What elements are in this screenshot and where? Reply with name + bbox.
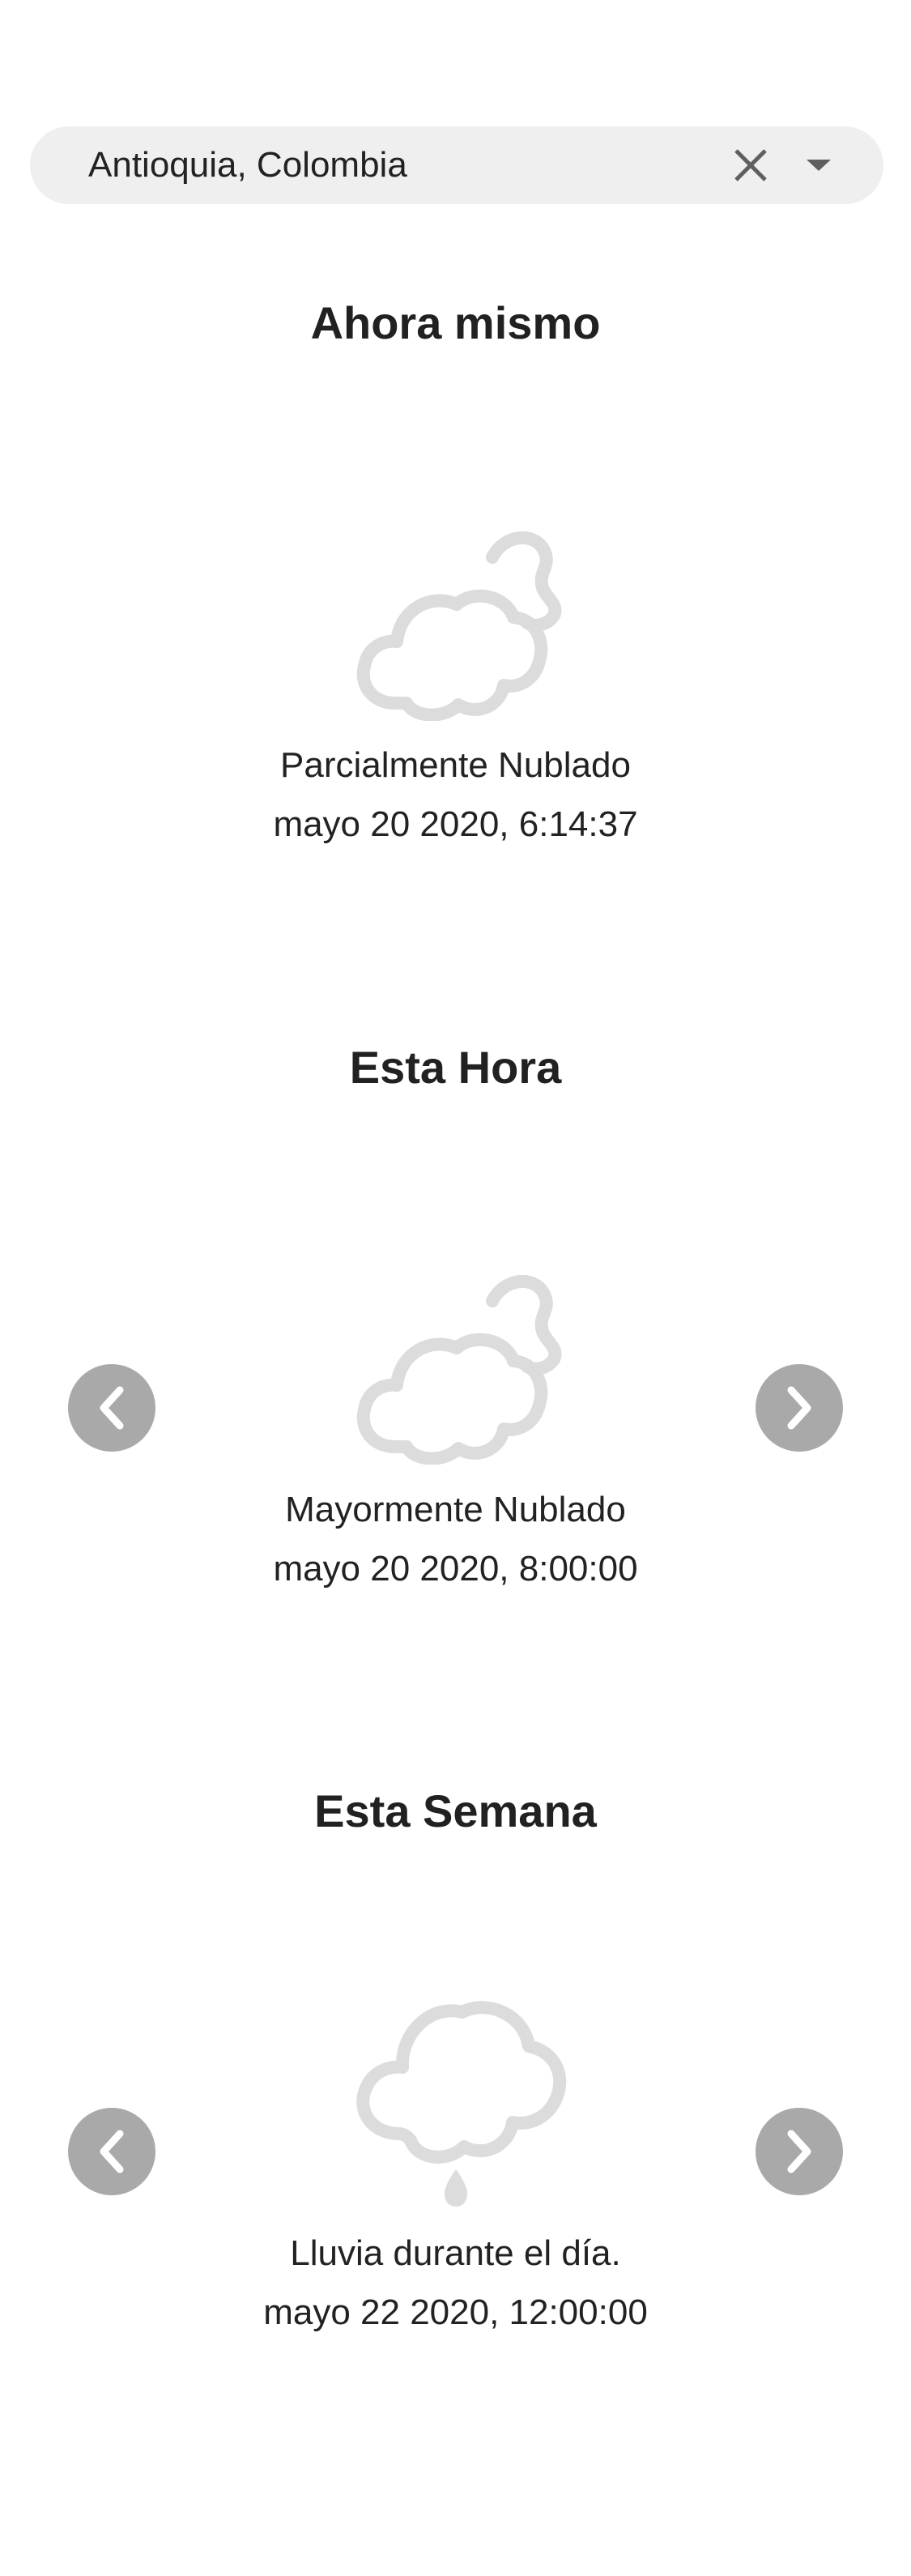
hour-datetime: mayo 20 2020, 8:00:00 bbox=[273, 1549, 638, 1589]
partly-cloudy-night-icon bbox=[356, 1274, 561, 1465]
location-search-bar[interactable]: Antioquia, Colombia bbox=[30, 126, 883, 204]
section-title-now: Ahora mismo bbox=[310, 297, 601, 348]
now-condition: Parcialmente Nublado bbox=[280, 745, 631, 785]
clear-button[interactable] bbox=[726, 141, 775, 190]
week-condition: Lluvia durante el día. bbox=[290, 2233, 621, 2273]
rain-cloud-icon bbox=[355, 2001, 566, 2207]
hour-next-button[interactable] bbox=[756, 1364, 843, 1452]
partly-cloudy-night-icon bbox=[356, 531, 561, 721]
section-title-week: Esta Semana bbox=[314, 1785, 597, 1836]
hour-condition: Mayormente Nublado bbox=[285, 1490, 626, 1529]
chevron-right-icon bbox=[787, 1386, 811, 1430]
now-weather bbox=[0, 518, 911, 721]
dropdown-button[interactable] bbox=[794, 141, 843, 190]
week-next-button[interactable] bbox=[756, 2108, 843, 2195]
chevron-right-icon bbox=[787, 2130, 811, 2173]
close-icon bbox=[734, 149, 767, 181]
section-title-hour: Esta Hora bbox=[349, 1042, 562, 1093]
now-datetime: mayo 20 2020, 6:14:37 bbox=[273, 804, 638, 844]
location-input-value[interactable]: Antioquia, Colombia bbox=[88, 126, 407, 204]
caret-down-icon bbox=[807, 160, 831, 171]
week-datetime: mayo 22 2020, 12:00:00 bbox=[263, 2292, 648, 2332]
